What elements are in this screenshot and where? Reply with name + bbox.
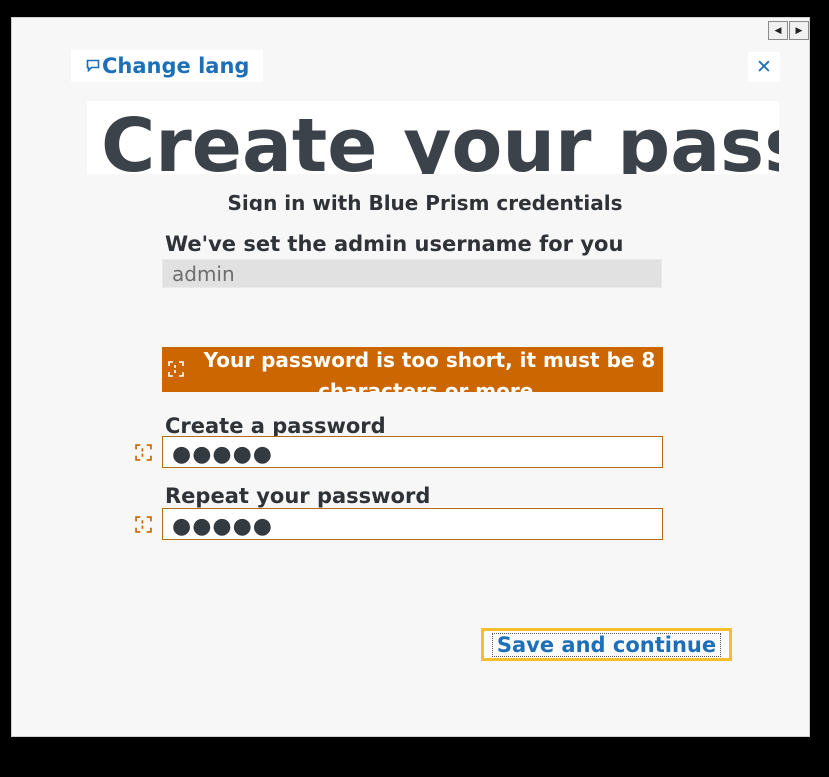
arrow-right-icon: ▶: [795, 25, 803, 36]
repeat-password-input[interactable]: ●●●●●: [162, 508, 663, 540]
page-subtitle: Sign in with Blue Prism credentials: [227, 194, 623, 211]
arrow-left-icon: ◀: [774, 25, 782, 36]
focus-marker-icon: [135, 516, 152, 533]
username-field: admin: [162, 259, 662, 288]
username-label: We've set the admin username for you: [165, 232, 624, 256]
create-password-label: Create a password: [165, 414, 386, 438]
focus-marker-icon: [168, 361, 184, 377]
focus-marker-icon: [135, 444, 152, 461]
change-language-button[interactable]: Change lang: [71, 50, 263, 82]
save-and-continue-button[interactable]: Save and continue: [481, 628, 732, 661]
dialog-window: ◀ ▶ Change lang ✕ Create your password S…: [11, 17, 810, 737]
scroll-right-button[interactable]: ▶: [789, 21, 809, 40]
horizontal-scroll-arrows: ◀ ▶: [768, 21, 809, 40]
repeat-password-label: Repeat your password: [165, 484, 431, 508]
create-password-input[interactable]: ●●●●●: [162, 436, 663, 468]
error-message: Your password is too short, it must be 8…: [203, 348, 656, 392]
speech-bubble-icon: [86, 59, 100, 73]
change-language-label: Change lang: [102, 54, 250, 78]
close-button[interactable]: ✕: [748, 52, 780, 82]
error-banner: Your password is too short, it must be 8…: [162, 347, 663, 392]
page-title: Create your password: [101, 103, 779, 174]
page-title-container: Create your password: [87, 101, 779, 174]
save-and-continue-label: Save and continue: [491, 632, 722, 657]
page-subtitle-container: Sign in with Blue Prism credentials: [87, 194, 779, 211]
close-icon: ✕: [756, 56, 772, 78]
scroll-left-button[interactable]: ◀: [768, 21, 788, 40]
